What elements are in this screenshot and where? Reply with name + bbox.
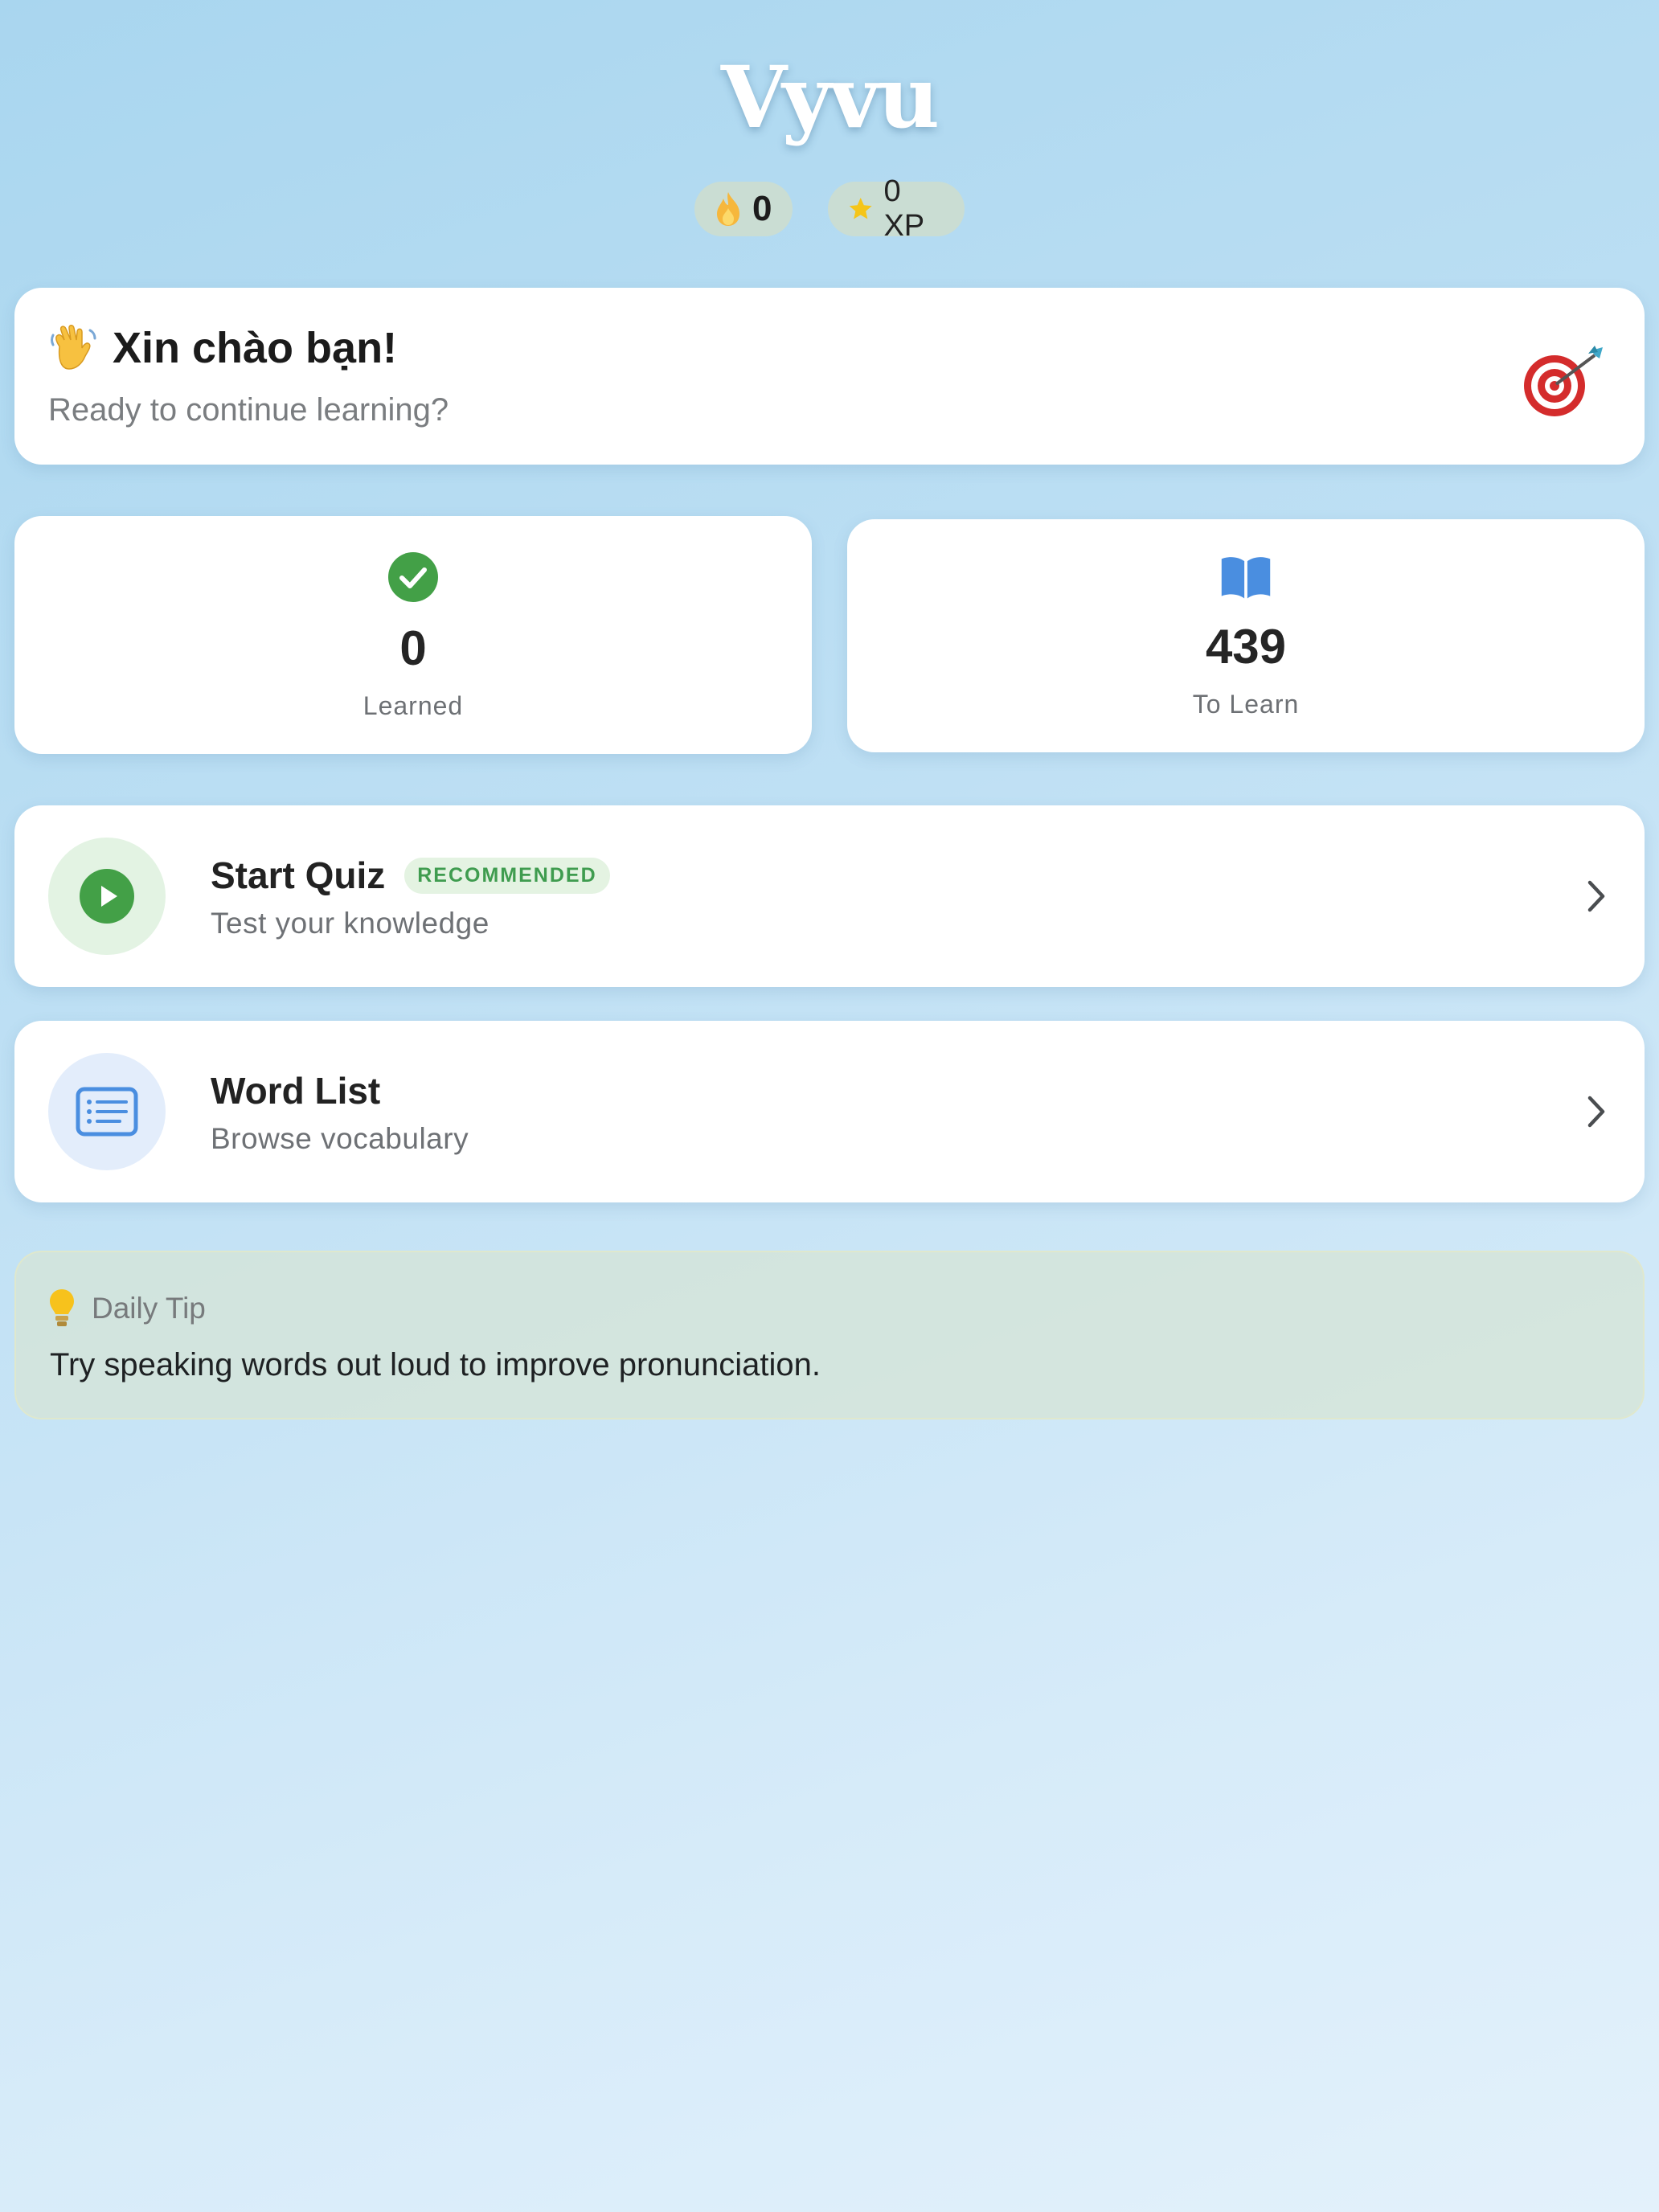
quiz-title: Start Quiz (211, 854, 386, 896)
chevron-right-icon (1587, 880, 1605, 912)
word-list-title: Word List (211, 1070, 381, 1112)
tip-text: Try speaking words out loud to improve p… (50, 1347, 821, 1382)
start-quiz-button[interactable]: Start Quiz RECOMMENDED Test your knowled… (14, 805, 1645, 987)
learned-label: Learned (363, 691, 464, 720)
word-list-subtitle: Browse vocabulary (211, 1122, 469, 1155)
greeting-heading: Xin chào bạn! (48, 323, 397, 373)
word-list-button[interactable]: Word List Browse vocabulary (14, 1021, 1645, 1202)
quiz-subtitle: Test your knowledge (211, 907, 490, 940)
greeting-card: Xin chào bạn! Ready to continue learning… (14, 288, 1645, 465)
streak-count: 0 (752, 189, 772, 228)
daily-tip-card: Daily Tip Try speaking words out loud to… (14, 1251, 1645, 1419)
word-list-icon-circle (48, 1053, 166, 1170)
star-icon (849, 198, 872, 219)
lightbulb-icon (50, 1289, 74, 1326)
to-learn-label: To Learn (1192, 690, 1300, 719)
recommended-badge: RECOMMENDED (404, 857, 610, 894)
waving-hand-icon (51, 325, 96, 370)
xp-badge[interactable]: 0 XP (828, 174, 965, 243)
list-icon (76, 1087, 138, 1137)
streak-badge[interactable]: 0 (694, 182, 793, 236)
xp-label: 0 XP (883, 174, 925, 243)
open-book-icon (1221, 557, 1271, 599)
stats-badges: 0 0 XP (0, 174, 1659, 243)
chevron-right-icon (1587, 1096, 1605, 1128)
play-icon (80, 869, 134, 924)
quiz-heading: Start Quiz RECOMMENDED (211, 854, 610, 897)
app-title: Vyvu (720, 47, 940, 147)
learned-count: 0 (399, 621, 427, 675)
to-learn-stat-card[interactable]: 439 To Learn (847, 519, 1645, 752)
learned-stat-card[interactable]: 0 Learned (14, 516, 812, 754)
greeting-title: Xin chào bạn! (113, 324, 398, 372)
check-circle-icon (388, 552, 438, 602)
quiz-icon-circle (48, 838, 166, 955)
target-dart-icon (1524, 346, 1603, 416)
tip-heading: Daily Tip (92, 1292, 206, 1325)
greeting-subtitle: Ready to continue learning? (48, 392, 449, 428)
tip-header: Daily Tip (48, 1288, 206, 1329)
word-list-heading: Word List (211, 1069, 380, 1112)
flame-icon (717, 192, 739, 226)
to-learn-count: 439 (1205, 620, 1287, 674)
